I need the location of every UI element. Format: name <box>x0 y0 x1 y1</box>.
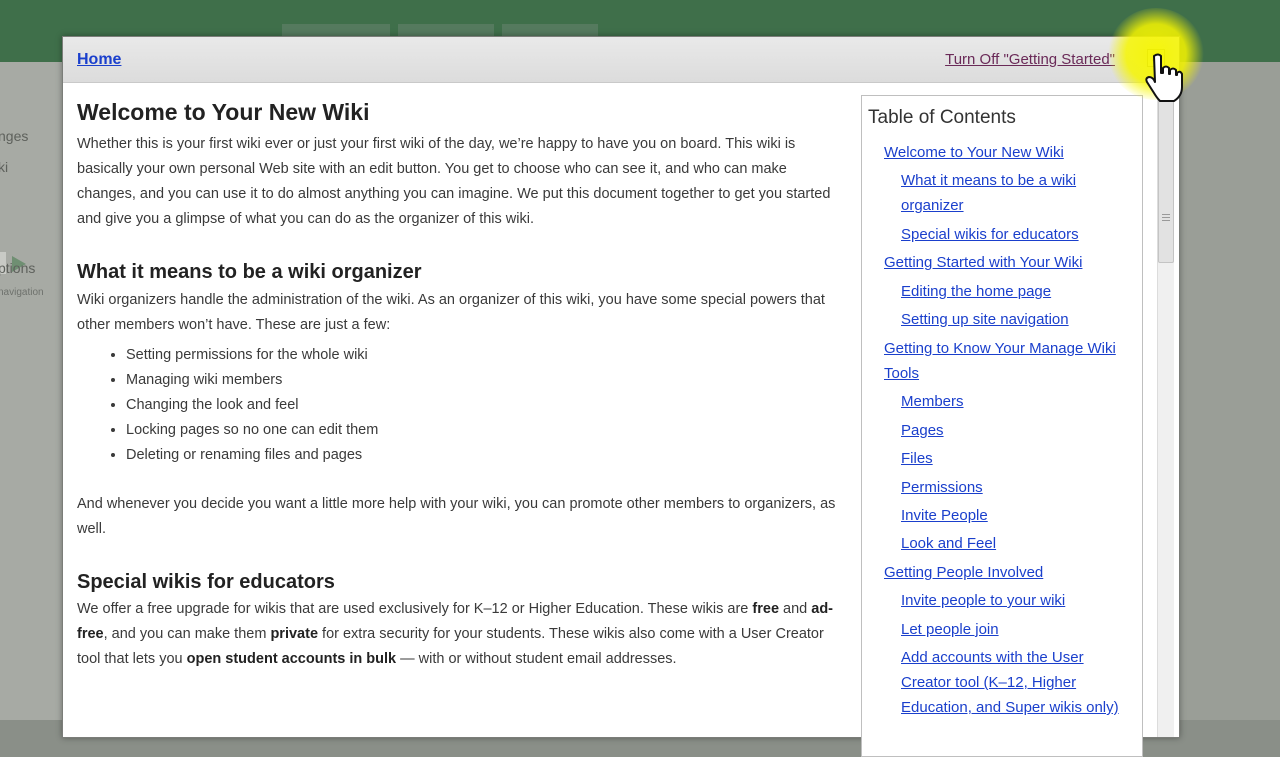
background-sidebar-text: ptions <box>0 260 36 276</box>
toc-link[interactable]: Welcome to Your New Wiki <box>884 140 1136 165</box>
background-sidebar: nges ki ptions navigation <box>0 62 62 720</box>
getting-started-content: Welcome to Your New Wiki Whether this is… <box>77 97 847 672</box>
toc-link[interactable]: Pages <box>884 418 1136 443</box>
background-sidebar-text: nges <box>0 128 29 144</box>
scroll-grip <box>1162 220 1170 221</box>
hand-pointer-icon <box>1145 53 1183 102</box>
list-item: Setting permissions for the whole wiki <box>126 343 847 368</box>
toc-link[interactable]: Add accounts with the User Creator tool … <box>884 645 1136 720</box>
list-item: Locking pages so no one can edit them <box>126 418 847 443</box>
toc-link[interactable]: Invite people to your wiki <box>884 588 1136 613</box>
bold-text: private <box>270 626 319 642</box>
dialog-header: Home Turn Off "Getting Started" ✕ <box>63 37 1179 83</box>
text-run: We offer a free upgrade for wikis that a… <box>77 601 753 617</box>
getting-started-dialog: Home Turn Off "Getting Started" ✕ Welcom… <box>62 36 1180 757</box>
table-of-contents: Table of Contents Welcome to Your New Wi… <box>861 95 1143 757</box>
section-heading-organizer: What it means to be a wiki organizer <box>77 261 422 283</box>
scroll-grip <box>1162 217 1170 218</box>
background-sidebar-text: ki <box>0 159 9 175</box>
educators-paragraph: We offer a free upgrade for wikis that a… <box>77 597 847 672</box>
bold-text: free <box>752 601 780 617</box>
toc-link[interactable]: Members <box>884 389 1136 414</box>
toc-link[interactable]: Editing the home page <box>884 279 1136 304</box>
background-sidebar-text: navigation <box>0 287 44 298</box>
toc-link[interactable]: Getting Started with Your Wiki <box>884 250 1136 275</box>
section-heading-educators: Special wikis for educators <box>77 571 335 593</box>
scroll-grip <box>1162 214 1170 215</box>
toc-link[interactable]: What it means to be a wiki organizer <box>884 168 1136 218</box>
organizer-paragraph: Wiki organizers handle the administratio… <box>77 292 825 333</box>
toc-list: Welcome to Your New Wiki What it means t… <box>884 136 1136 720</box>
turn-off-getting-started-link[interactable]: Turn Off "Getting Started" <box>945 51 1115 68</box>
text-run: and <box>779 601 812 617</box>
list-item: Changing the look and feel <box>126 393 847 418</box>
page-title: Welcome to Your New Wiki <box>77 99 370 125</box>
toc-link[interactable]: Permissions <box>884 475 1136 500</box>
toc-link[interactable]: Getting to Know Your Manage Wiki Tools <box>884 336 1136 386</box>
toc-link[interactable]: Look and Feel <box>884 531 1136 556</box>
scrollbar-thumb[interactable] <box>1158 99 1174 263</box>
intro-paragraph: Whether this is your first wiki ever or … <box>77 136 831 227</box>
organizer-powers-list: Setting permissions for the whole wiki M… <box>77 343 847 468</box>
toc-link[interactable]: Invite People <box>884 503 1136 528</box>
list-item: Managing wiki members <box>126 368 847 393</box>
toc-title: Table of Contents <box>868 107 1016 128</box>
text-run: — with or without student email addresse… <box>396 651 677 667</box>
home-link[interactable]: Home <box>77 51 121 69</box>
toc-link[interactable]: Getting People Involved <box>884 560 1136 585</box>
list-item: Deleting or renaming files and pages <box>126 443 847 468</box>
toc-link[interactable]: Special wikis for educators <box>884 222 1136 247</box>
toc-link[interactable]: Let people join <box>884 617 1136 642</box>
text-run: , and you can make them <box>103 626 271 642</box>
toc-link[interactable]: Files <box>884 446 1136 471</box>
bold-text: open student accounts in bulk <box>186 651 397 667</box>
promote-paragraph: And whenever you decide you want a littl… <box>77 496 836 537</box>
toc-link[interactable]: Setting up site navigation <box>884 307 1136 332</box>
